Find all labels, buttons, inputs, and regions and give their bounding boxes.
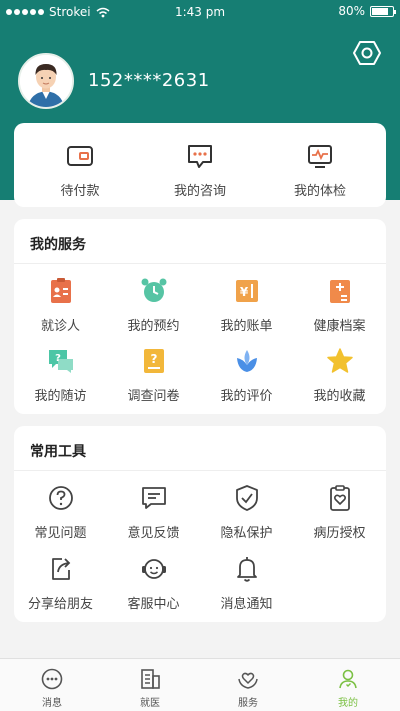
common-tools-title: 常用工具: [30, 444, 86, 460]
privacy-button[interactable]: 隐私保护: [200, 483, 293, 541]
customer-service-button[interactable]: 客服中心: [107, 554, 200, 612]
record-authorization-label: 病历授权: [313, 526, 366, 541]
my-follow-up-label: 我的随访: [34, 389, 87, 404]
feedback-icon: [141, 487, 166, 509]
notifications-button[interactable]: 消息通知: [200, 554, 293, 612]
pending-payment-label: 待付款: [60, 184, 100, 199]
pending-payment-button[interactable]: 待付款: [35, 141, 125, 199]
chat-bubble-icon: [188, 145, 212, 168]
my-bill-label: 我的账单: [220, 319, 273, 334]
notifications-label: 消息通知: [220, 597, 273, 612]
customer-service-icon: [141, 559, 166, 579]
shield-check-icon: [235, 485, 258, 511]
record-authorization-button[interactable]: 病历授权: [293, 483, 386, 541]
message-dots-icon: [41, 668, 63, 690]
patient-label: 就诊人: [40, 319, 80, 334]
status-bar: Strokei 1:43 pm 80%: [0, 0, 400, 24]
wallet-icon: [67, 146, 93, 166]
tab-medical-label: 就医: [140, 698, 160, 709]
flower-icon: [236, 350, 257, 372]
battery-icon: [370, 5, 396, 17]
my-checkup-label: 我的体检: [293, 184, 346, 199]
feedback-label: 意见反馈: [127, 526, 180, 541]
bottom-tab-bar: 消息 就医 服务 我的: [0, 658, 400, 711]
my-bill-button[interactable]: ¥ 我的账单: [200, 276, 293, 334]
tab-services[interactable]: 服务: [198, 659, 298, 711]
tab-mine-label: 我的: [338, 698, 358, 709]
tab-mine[interactable]: 我的: [298, 659, 398, 711]
patient-card-icon: [50, 278, 71, 303]
my-review-label: 我的评价: [220, 389, 273, 404]
settings-gear-icon[interactable]: [352, 38, 382, 68]
follow-up-chat-icon: ?: [48, 350, 73, 373]
user-phone-number[interactable]: 152****2631: [88, 70, 210, 91]
my-appointment-button[interactable]: 我的预约: [107, 276, 200, 334]
my-services-card: 我的服务 就诊人 我的预约 ¥ 我的账单 健康档案 ? 我的随访 ? 调查问卷 …: [14, 219, 386, 414]
my-checkup-button[interactable]: 我的体检: [275, 141, 365, 199]
my-services-title: 我的服务: [30, 237, 86, 253]
tab-messages-label: 消息: [42, 698, 62, 709]
my-favorites-button[interactable]: 我的收藏: [293, 346, 386, 404]
alarm-clock-icon: [141, 278, 166, 302]
common-tools-card: 常用工具 常见问题 意见反馈 隐私保护 病历授权 分享给朋友 客服中心 消息通知: [14, 426, 386, 622]
person-icon: [339, 669, 357, 689]
svg-text:¥: ¥: [239, 285, 248, 299]
tab-medical[interactable]: 就医: [100, 659, 200, 711]
hospital-building-icon: [141, 669, 160, 689]
heart-hands-icon: [238, 672, 258, 689]
faq-button[interactable]: 常见问题: [14, 483, 107, 541]
my-review-button[interactable]: 我的评价: [200, 346, 293, 404]
divider: [14, 470, 386, 471]
tab-services-label: 服务: [238, 698, 258, 709]
share-icon: [51, 558, 70, 580]
feedback-button[interactable]: 意见反馈: [107, 483, 200, 541]
share-label: 分享给朋友: [27, 597, 93, 612]
question-circle-icon: [48, 486, 73, 510]
bill-icon: ¥: [235, 280, 258, 302]
health-record-icon: [329, 280, 350, 303]
my-favorites-label: 我的收藏: [313, 389, 366, 404]
my-follow-up-button[interactable]: ? 我的随访: [14, 346, 107, 404]
patient-button[interactable]: 就诊人: [14, 276, 107, 334]
user-avatar-icon: [20, 55, 72, 107]
my-consultation-label: 我的咨询: [173, 184, 226, 199]
health-record-label: 健康档案: [313, 319, 366, 334]
my-appointment-label: 我的预约: [127, 319, 180, 334]
star-icon: [326, 348, 353, 373]
tab-messages[interactable]: 消息: [2, 659, 102, 711]
health-record-button[interactable]: 健康档案: [293, 276, 386, 334]
privacy-label: 隐私保护: [220, 526, 273, 541]
svg-text:?: ?: [150, 352, 157, 366]
customer-service-label: 客服中心: [127, 597, 180, 612]
battery-percent: 80%: [338, 4, 365, 18]
record-authorize-icon: [329, 485, 350, 511]
checkup-monitor-icon: [308, 145, 332, 168]
divider: [14, 263, 386, 264]
svg-text:?: ?: [55, 353, 61, 364]
share-button[interactable]: 分享给朋友: [14, 554, 107, 612]
faq-label: 常见问题: [34, 526, 87, 541]
my-consultation-button[interactable]: 我的咨询: [155, 141, 245, 199]
questionnaire-label: 调查问卷: [127, 389, 180, 404]
avatar[interactable]: [18, 53, 74, 109]
bell-icon: [236, 557, 257, 582]
questionnaire-button[interactable]: ? 调查问卷: [107, 346, 200, 404]
orders-card: 待付款 我的咨询 我的体检: [14, 123, 386, 207]
questionnaire-icon: ?: [143, 349, 164, 373]
